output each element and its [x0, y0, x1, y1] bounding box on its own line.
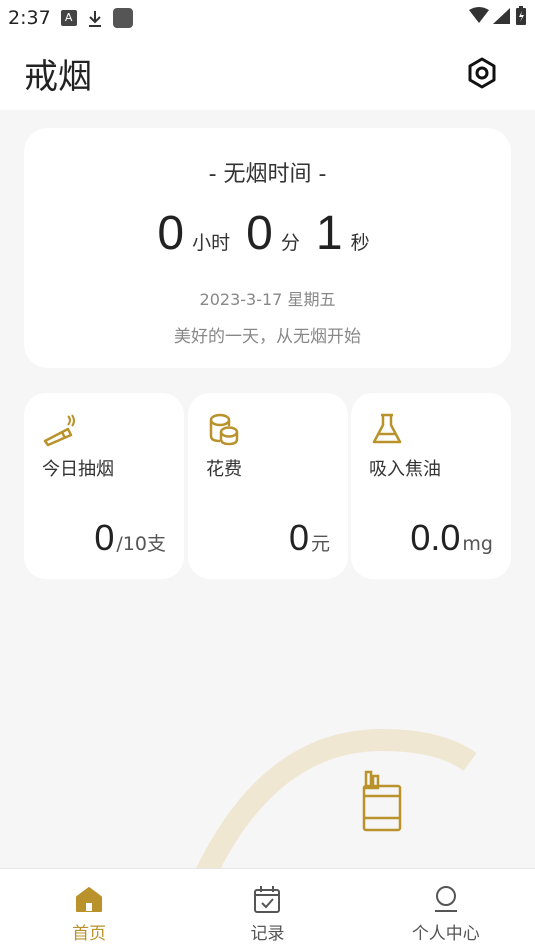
stat-value: 0 元 — [289, 517, 330, 559]
home-icon — [76, 887, 103, 912]
settings-button[interactable] — [465, 56, 499, 90]
coins-icon — [209, 413, 239, 446]
nav-item-profile[interactable]: 个人中心 — [357, 869, 535, 952]
calendar-check-icon — [254, 886, 281, 913]
timer-date: 2023-3-17 星期五 — [199, 290, 336, 309]
stat-value: 0 /10支 — [94, 517, 166, 559]
status-indicators — [469, 6, 527, 26]
notification-a-icon: A — [60, 10, 77, 26]
nav-label-profile: 个人中心 — [411, 924, 480, 944]
stat-card-cost[interactable]: 花费 0 元 — [188, 393, 348, 579]
nav-label-records: 记录 — [250, 924, 285, 944]
stat-unit: 元 — [310, 533, 330, 555]
timer-hours-unit: 小时 — [192, 232, 231, 254]
app-bar: 戒烟 — [0, 36, 535, 110]
stat-label: 吸入焦油 — [369, 459, 441, 480]
status-time: 2:37 — [8, 7, 51, 29]
stat-number: 0 — [94, 517, 115, 558]
nav-item-records[interactable]: 记录 — [178, 869, 356, 952]
wifi-icon — [469, 7, 489, 23]
stat-value: 0.0 mg — [410, 517, 493, 559]
status-bar: 2:37 A — [0, 0, 535, 36]
timer-minutes: 0 — [246, 207, 273, 260]
timer-slogan: 美好的一天，从无烟开始 — [174, 327, 361, 347]
stat-label: 今日抽烟 — [42, 459, 114, 480]
app-notification-icon — [112, 8, 133, 28]
timer-hours: 0 — [157, 207, 185, 260]
stat-label: 花费 — [206, 459, 242, 480]
stat-number: 0.0 — [410, 517, 461, 558]
flask-icon — [372, 413, 402, 444]
stat-card-tar[interactable]: 吸入焦油 0.0 mg — [351, 393, 511, 579]
person-icon — [434, 886, 457, 912]
timer-minutes-unit: 分 — [280, 232, 300, 254]
stat-card-smoked-today[interactable]: 今日抽烟 0 /10支 — [24, 393, 184, 579]
nav-item-home[interactable]: 首页 — [0, 869, 178, 952]
battery-icon — [516, 6, 526, 25]
stat-unit: mg — [462, 533, 493, 555]
stat-number: 0 — [288, 517, 309, 558]
timer-seconds-unit: 秒 — [350, 232, 370, 254]
smoke-free-timer-card: - 无烟时间 - 0 小时 0 分 1 秒 2023-3-17 星期五 美好的一… — [24, 128, 511, 368]
cigarette-icon — [43, 414, 75, 447]
bottom-navigation: 首页 记录 个人中心 — [0, 868, 535, 952]
timer-label: - 无烟时间 - — [208, 162, 327, 187]
stat-unit: /10支 — [116, 533, 166, 555]
signal-icon — [493, 8, 510, 24]
timer-display: 0 小时 0 分 1 秒 — [24, 206, 511, 261]
page-title: 戒烟 — [24, 56, 92, 97]
download-icon — [87, 10, 103, 27]
cigarette-pack-icon — [362, 770, 402, 832]
progress-arc — [0, 700, 535, 868]
smoke-record-button[interactable] — [356, 766, 406, 834]
nav-label-home: 首页 — [72, 924, 107, 944]
timer-seconds: 1 — [315, 207, 343, 260]
gear-icon — [468, 57, 496, 89]
